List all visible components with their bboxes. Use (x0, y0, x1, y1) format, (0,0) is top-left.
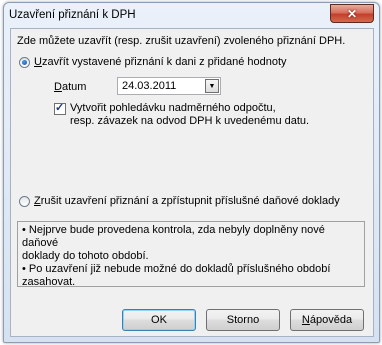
title-bar: Uzavření přiznání k DPH ✕ (4, 3, 379, 28)
create-claim-checkbox[interactable]: ✓ (54, 102, 66, 115)
date-dropdown-button[interactable]: ▼ (205, 79, 219, 93)
window-title: Uzavření přiznání k DPH (9, 9, 136, 21)
create-claim-label-line2[interactable]: resp. závazek na odvod DPH k uvedenému d… (70, 115, 309, 127)
create-claim-label-line1[interactable]: Vytvořit pohledávku nadměrného odpočtu, (70, 102, 276, 114)
date-value: 24.03.2011 (122, 80, 177, 92)
radio-close-return-label[interactable]: Uzavřít vystavené přiznání k dani z přid… (34, 56, 287, 68)
storno-button[interactable]: Storno (206, 309, 280, 331)
radio-cancel-close[interactable] (19, 196, 30, 207)
radio-selected-dot (22, 60, 27, 65)
intro-text: Zde můžete uzavřít (resp. zrušit uzavřen… (17, 35, 346, 47)
info-box: • Nejprve bude provedena kontrola, zda n… (17, 221, 365, 288)
info-line: • Po uzavření již nebude možné do doklad… (22, 263, 331, 275)
dialog-window: Uzavření přiznání k DPH ✕ Zde můžete uza… (3, 2, 380, 343)
chevron-down-icon: ▼ (208, 82, 216, 90)
date-label: Datum (54, 81, 87, 93)
close-icon: ✕ (346, 6, 358, 21)
radio-close-return[interactable] (19, 57, 30, 68)
date-picker[interactable]: 24.03.2011 ▼ (117, 77, 221, 95)
dialog-body: Zde můžete uzavřít (resp. zrušit uzavřen… (10, 28, 374, 337)
close-button[interactable]: ✕ (330, 4, 374, 23)
help-button[interactable]: Nápověda (290, 309, 364, 331)
ok-button[interactable]: OK (122, 309, 196, 331)
info-line: • Nejprve bude provedena kontrola, zda n… (22, 224, 325, 249)
info-line: doklady do tohoto období. (22, 250, 149, 262)
radio-cancel-close-label[interactable]: Zrušit uzavření přiznání a zpřístupnit p… (34, 195, 340, 207)
info-line: zasahovat. (22, 276, 76, 288)
check-icon: ✓ (55, 102, 65, 114)
